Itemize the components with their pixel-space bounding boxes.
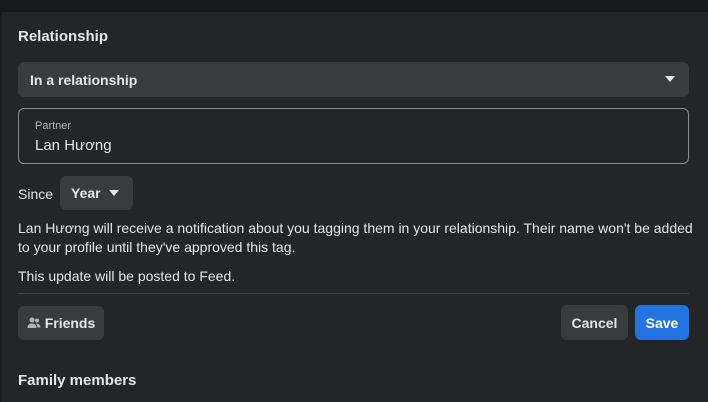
tag-notice: Lan Hương will receive a notification ab… (18, 220, 693, 255)
left-border (0, 12, 2, 402)
relationship-status-select[interactable]: In a relationship (18, 62, 689, 97)
save-button[interactable]: Save (635, 305, 689, 340)
relationship-section-title: Relationship (18, 28, 109, 45)
cancel-button[interactable]: Cancel (561, 305, 628, 340)
caret-down-icon (108, 190, 119, 196)
family-members-section-title: Family members (18, 372, 137, 389)
year-select[interactable]: Year (60, 176, 133, 210)
partner-input[interactable]: Partner Lan Hương (18, 108, 689, 164)
friends-icon (27, 317, 41, 328)
year-value: Year (71, 185, 101, 201)
divider (18, 293, 689, 294)
partner-value: Lan Hương (35, 137, 112, 154)
audience-label: Friends (44, 315, 96, 331)
audience-button[interactable]: Friends (18, 306, 104, 340)
relationship-status-value: In a relationship (30, 71, 138, 88)
top-bar (0, 0, 708, 12)
since-label: Since (18, 186, 54, 202)
caret-down-icon (665, 76, 675, 82)
partner-label: Partner (35, 120, 72, 132)
feed-note: This update will be posted to Feed. (18, 268, 236, 284)
